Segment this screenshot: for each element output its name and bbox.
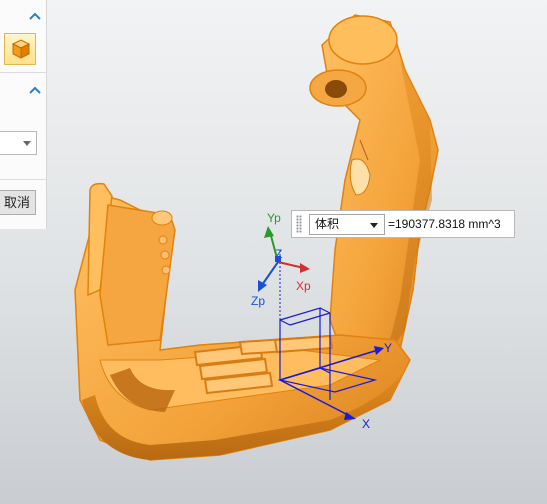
measure-result-panel: 体积 =190377.8318 mm^3: [291, 210, 515, 238]
measure-type-select[interactable]: 体积: [309, 214, 385, 235]
y-label: Y: [384, 341, 392, 355]
part-right-arm: [309, 14, 439, 371]
z-label: Z: [275, 247, 282, 261]
zp-label: Zp: [251, 294, 265, 308]
x-label: X: [362, 417, 370, 431]
measure-value: =190377.8318 mm^3: [388, 217, 501, 231]
grip-icon[interactable]: [296, 215, 302, 233]
dropdown-arrow-icon: [370, 223, 378, 228]
measure-type-value: 体积: [315, 217, 340, 231]
xp-label: Xp: [296, 279, 311, 293]
yp-label: Yp: [267, 211, 281, 225]
model-viewport[interactable]: Yp Xp Zp Z Y X: [0, 0, 547, 504]
